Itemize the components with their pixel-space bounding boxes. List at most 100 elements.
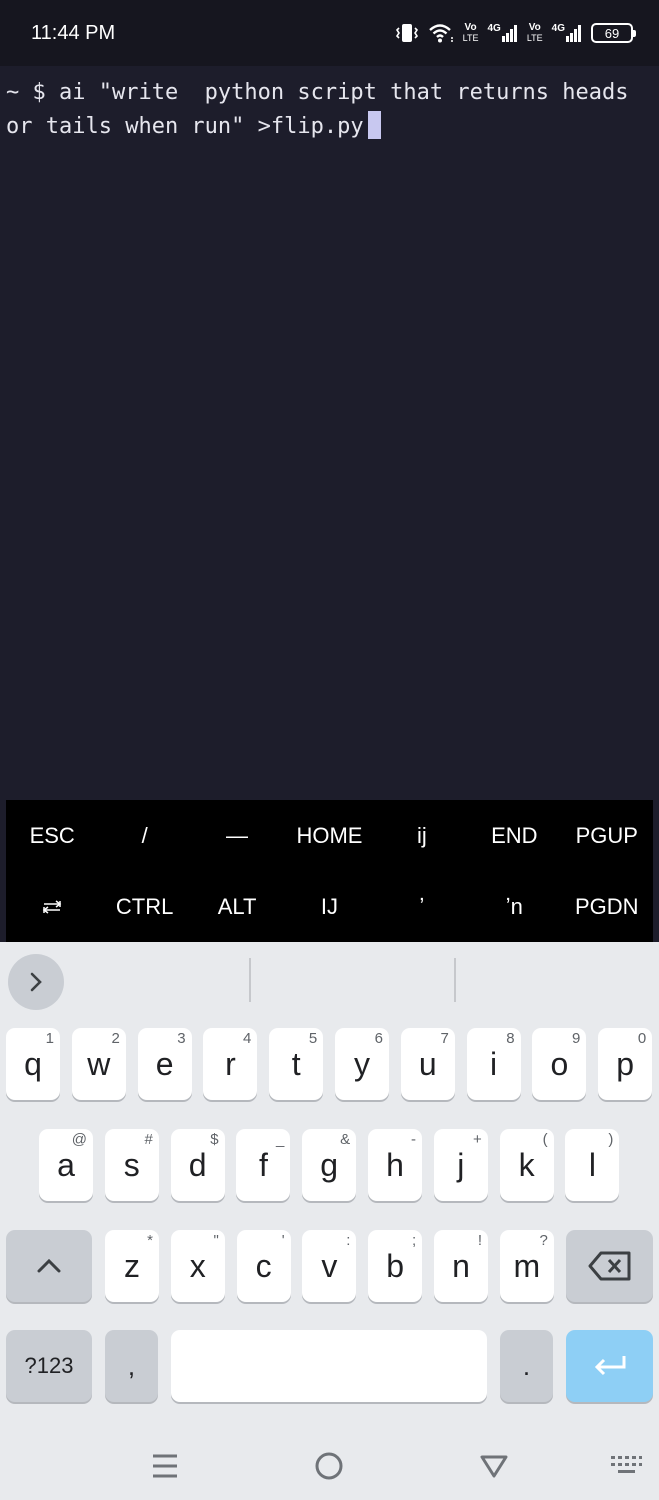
key-f[interactable]: _ f (236, 1129, 291, 1201)
backspace-icon (588, 1251, 630, 1281)
slash-key[interactable]: / (98, 800, 190, 871)
triangle-down-icon (480, 1455, 508, 1478)
terminal-output: ~ $ ai "write python script that returns… (6, 76, 653, 144)
key-hint: 8 (506, 1030, 515, 1047)
end-key[interactable]: END (468, 800, 560, 871)
toolbar-expand-button[interactable] (8, 954, 64, 1010)
dash-key[interactable]: — (191, 800, 283, 871)
key-hint: ' (281, 1232, 285, 1249)
apostrophe-key[interactable]: ʼ (376, 871, 468, 942)
recent-apps-button[interactable] (140, 1446, 190, 1486)
key-hint: 6 (374, 1030, 383, 1047)
key-hint: @ (71, 1131, 87, 1148)
key-x[interactable]: " x (170, 1230, 225, 1302)
key-v[interactable]: :v (302, 1230, 357, 1302)
key-q[interactable]: 1q (6, 1028, 60, 1100)
key-label: j (457, 1147, 465, 1183)
backspace-key[interactable] (566, 1230, 653, 1302)
key-w[interactable]: 2w (71, 1028, 126, 1100)
n-apostrophe-key[interactable]: ʼn (468, 871, 560, 942)
key-label: b (386, 1248, 405, 1284)
key-hint: ? (539, 1232, 548, 1249)
key-l[interactable]: ) l (565, 1129, 620, 1201)
key-y[interactable]: 6y (335, 1028, 389, 1100)
key-b[interactable]: ; b (368, 1230, 423, 1302)
ij-ligature-key[interactable]: IJ (283, 871, 375, 942)
key-label: y (354, 1046, 370, 1082)
enter-key[interactable] (566, 1330, 653, 1402)
key-u[interactable]: 7u (400, 1028, 455, 1100)
key-g[interactable]: & g (302, 1129, 357, 1201)
pgup-key[interactable]: PGUP (561, 800, 653, 871)
key-label: p (616, 1046, 635, 1082)
volte-icon: Vo LTE (462, 22, 479, 44)
key-h[interactable]: -h (368, 1129, 422, 1201)
key-k[interactable]: (k (499, 1129, 554, 1201)
home-button[interactable] (304, 1446, 354, 1486)
terminal-view[interactable]: ~ $ ai "write python script that returns… (0, 66, 659, 800)
shift-key[interactable] (6, 1230, 92, 1302)
ctrl-key[interactable]: CTRL (98, 871, 190, 942)
tab-key[interactable] (6, 871, 98, 942)
command-line: ~ $ ai "write python script that returns… (6, 80, 642, 139)
esc-key[interactable]: ESC (6, 800, 98, 871)
key-label: l (588, 1147, 596, 1183)
signal-4g-icon: 4G (552, 24, 582, 42)
key-label: e (155, 1046, 174, 1082)
key-hint: * (147, 1232, 153, 1249)
key-hint: 1 (45, 1030, 54, 1047)
key-s[interactable]: # s (104, 1129, 159, 1201)
key-t[interactable]: 5t (269, 1028, 324, 1100)
home-key[interactable]: HOME (283, 800, 375, 871)
key-z[interactable]: * z (105, 1230, 159, 1302)
suggestion-divider (249, 958, 251, 1002)
ij-key[interactable]: ij (376, 800, 468, 871)
back-button[interactable] (469, 1446, 519, 1486)
key-n[interactable]: ! n (434, 1230, 488, 1302)
key-j[interactable]: + j (433, 1129, 488, 1201)
menu-icon (153, 1454, 177, 1478)
key-d[interactable]: $ d (170, 1129, 225, 1201)
key-label: v (321, 1248, 338, 1284)
key-hint: _ (276, 1131, 285, 1148)
key-label: d (188, 1147, 207, 1183)
key-hint: 7 (440, 1030, 449, 1047)
key-m[interactable]: ? m (499, 1230, 554, 1302)
keyboard-switch-button[interactable] (601, 1446, 651, 1486)
key-e[interactable]: 3e (137, 1028, 192, 1100)
key-hint: + (473, 1131, 482, 1148)
key-label: u (418, 1046, 437, 1082)
key-label: r (225, 1046, 236, 1082)
key-c[interactable]: ' c (236, 1230, 291, 1302)
tab-icon (42, 899, 62, 914)
key-label: h (386, 1147, 404, 1183)
alt-key[interactable]: ALT (191, 871, 283, 942)
key-p[interactable]: 0p (598, 1028, 653, 1100)
status-icons: Vo LTE 4G Vo LTE 4G 69 (395, 18, 636, 48)
extra-keys-bar: ESC / — HOME ij END PGUP CTRL ALT IJ ʼ ʼ… (6, 800, 653, 942)
period-key[interactable]: . (500, 1330, 553, 1402)
suggestion-divider (454, 958, 456, 1002)
keyboard-icon (611, 1456, 642, 1473)
key-label: k (518, 1147, 535, 1183)
comma-key[interactable]: , (105, 1330, 158, 1402)
key-label: z (124, 1248, 140, 1284)
key-r[interactable]: 4r (203, 1028, 258, 1100)
key-hint: ) (608, 1131, 614, 1148)
key-label: a (57, 1147, 75, 1183)
key-label: s (123, 1147, 140, 1183)
key-label: f (258, 1147, 268, 1183)
key-i[interactable]: 8i (466, 1028, 521, 1100)
key-hint: & (340, 1131, 351, 1148)
suggestion-strip (0, 942, 659, 1022)
spacebar[interactable] (171, 1330, 487, 1402)
key-a[interactable]: @ a (39, 1129, 93, 1201)
key-o[interactable]: 9o (532, 1028, 587, 1100)
pgdn-key[interactable]: PGDN (561, 871, 653, 942)
key-hint: ! (477, 1232, 482, 1249)
key-hint: ; (412, 1232, 417, 1249)
key-hint: $ (210, 1131, 219, 1148)
symbols-key[interactable]: ?123 (6, 1330, 92, 1402)
navigation-bar (0, 1442, 659, 1500)
key-hint: 5 (308, 1030, 318, 1047)
